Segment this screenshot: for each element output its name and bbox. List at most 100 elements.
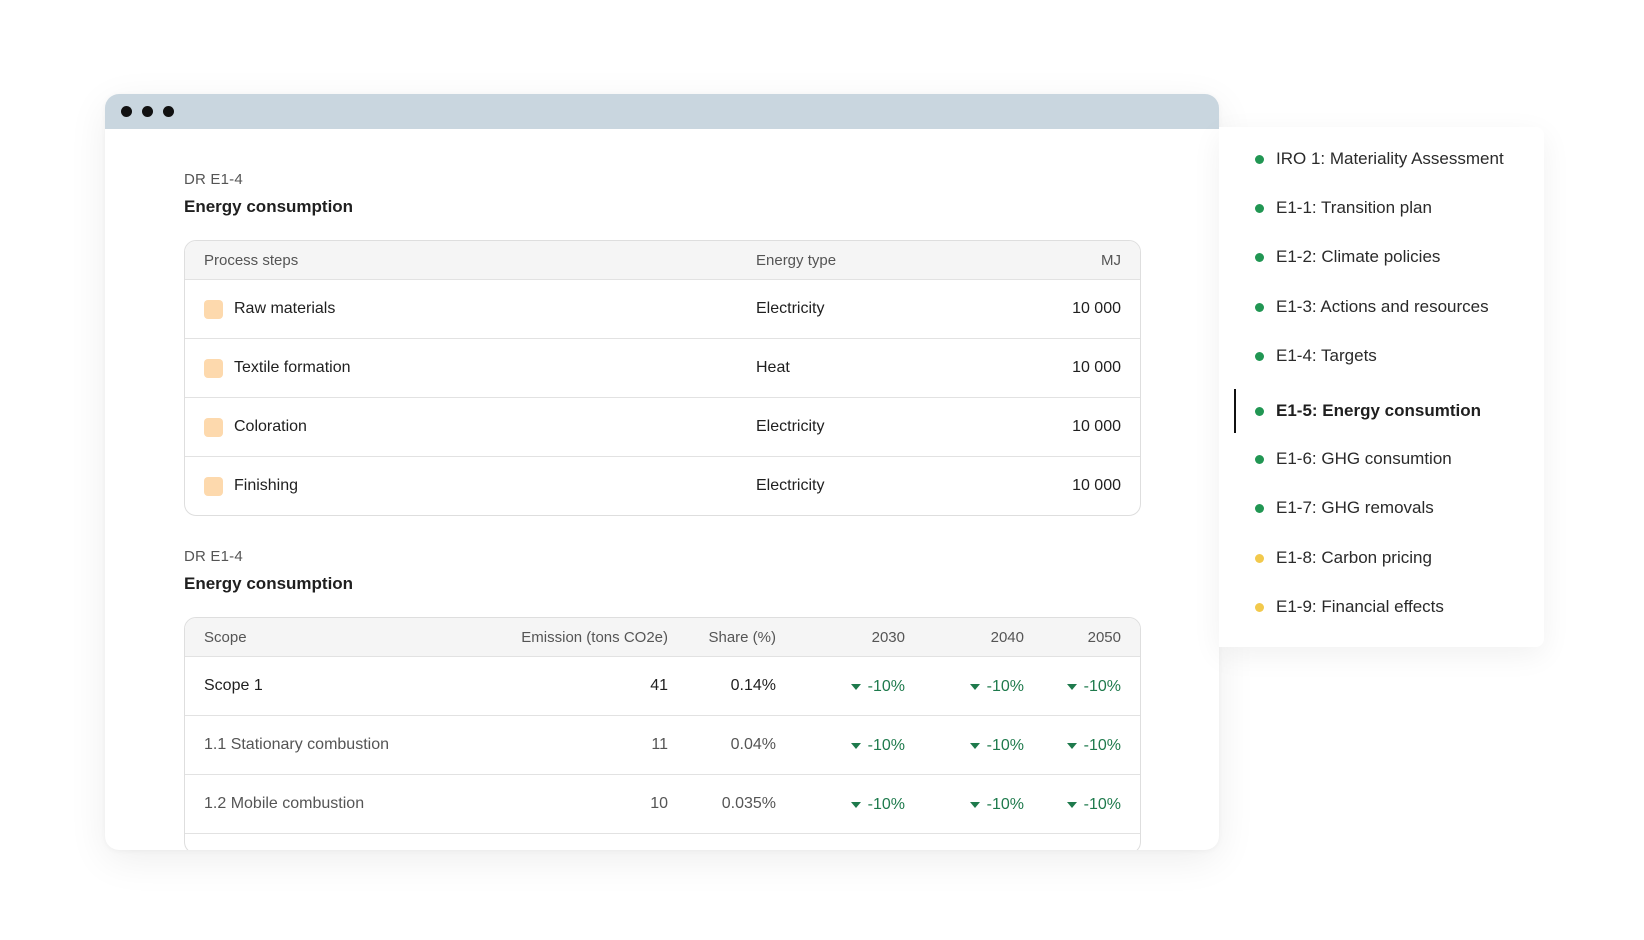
trend-down-icon	[969, 801, 980, 808]
section-title: Energy consumption	[184, 574, 354, 593]
target-2050: -10%	[1083, 736, 1121, 754]
target-2050: -10%	[1083, 677, 1121, 695]
section-code: DR E1-4	[184, 171, 243, 188]
nav-item-e1-6[interactable]: E1-6: GHG consumtion	[1255, 447, 1452, 471]
emissions-section: DR E1-4 Energy consumption Scope Emissio…	[184, 548, 1141, 850]
table-header: Process steps Energy type MJ	[185, 241, 1140, 279]
share-value: 0.035%	[721, 795, 776, 812]
nav-item-e1-1[interactable]: E1-1: Transition plan	[1255, 196, 1432, 220]
scope-name: 1.2 Mobile combustion	[204, 795, 365, 812]
table-row[interactable]: Coloration Electricity 10 000	[185, 397, 1140, 456]
window-maximize-dot[interactable]	[163, 106, 174, 117]
column-header-process-steps: Process steps	[204, 251, 299, 269]
table-row[interactable]: 1.1 Stationary combustion 11 0.04% -10% …	[185, 715, 1140, 774]
target-2030: -10%	[867, 736, 905, 754]
column-header-2040: 2040	[990, 628, 1024, 646]
energy-type: Electricity	[756, 418, 825, 435]
nav-item-e1-9[interactable]: E1-9: Financial effects	[1255, 595, 1444, 619]
target-2040: -10%	[986, 677, 1024, 695]
status-dot-icon	[1255, 406, 1264, 416]
nav-item-label: E1-7: GHG removals	[1276, 498, 1434, 517]
emissions-table: Scope Emission (tons CO2e) Share (%) 203…	[184, 617, 1141, 850]
status-dot-icon	[1255, 154, 1264, 164]
status-dot-icon	[1255, 553, 1264, 563]
column-header-2030: 2030	[871, 628, 905, 646]
share-value: 0.04%	[730, 736, 776, 753]
color-swatch	[204, 417, 223, 437]
scope-name: Scope 1	[204, 677, 263, 694]
window-minimize-dot[interactable]	[142, 106, 153, 117]
energy-mj: 10 000	[1072, 418, 1121, 435]
trend-down-icon	[1066, 801, 1077, 808]
status-dot-icon	[1255, 203, 1264, 213]
energy-type: Electricity	[756, 300, 825, 317]
nav-item-e1-4[interactable]: E1-4: Targets	[1255, 344, 1377, 368]
nav-item-label: IRO 1: Materiality Assessment	[1276, 149, 1504, 168]
status-dot-icon	[1255, 602, 1264, 612]
target-2040: -10%	[986, 795, 1024, 813]
energy-consumption-section: DR E1-4 Energy consumption Process steps…	[184, 171, 1141, 516]
column-header-2050: 2050	[1087, 628, 1121, 646]
table-row[interactable]: Scope 1 41 0.14% -10% -10% -10%	[185, 656, 1140, 715]
trend-down-icon	[1066, 742, 1077, 749]
window-close-dot[interactable]	[121, 106, 132, 117]
trend-down-icon	[850, 742, 861, 749]
nav-item-label: E1-4: Targets	[1276, 346, 1377, 365]
energy-type: Electricity	[756, 477, 825, 494]
report-content: DR E1-4 Energy consumption Process steps…	[184, 129, 1141, 850]
process-step-name: Raw materials	[234, 300, 336, 317]
energy-mj: 10 000	[1072, 300, 1121, 317]
target-2030: -10%	[867, 795, 905, 813]
table-row[interactable]: Raw materials Electricity 10 000	[185, 279, 1140, 338]
nav-item-label: E1-1: Transition plan	[1276, 198, 1432, 217]
column-header-scope: Scope	[204, 628, 247, 646]
status-dot-icon	[1255, 503, 1264, 513]
target-2040: -10%	[986, 736, 1024, 754]
table-row[interactable]: Finishing Electricity 10 000	[185, 456, 1140, 515]
section-code: DR E1-4	[184, 548, 243, 565]
table-row[interactable]: Textile formation Heat 10 000	[185, 338, 1140, 397]
table-row[interactable]: 1.2 Mobile combustion 10 0.035% -10% -10…	[185, 774, 1140, 833]
table-header: Scope Emission (tons CO2e) Share (%) 203…	[185, 618, 1140, 656]
target-2050: -10%	[1083, 795, 1121, 813]
trend-down-icon	[969, 683, 980, 690]
nav-item-e1-7[interactable]: E1-7: GHG removals	[1255, 496, 1434, 520]
nav-item-e1-3[interactable]: E1-3: Actions and resources	[1255, 295, 1489, 319]
process-step-name: Textile formation	[234, 359, 351, 376]
nav-item-e1-2[interactable]: E1-2: Climate policies	[1255, 245, 1440, 269]
energy-mj: 10 000	[1072, 477, 1121, 494]
process-step-name: Finishing	[234, 477, 299, 494]
column-header-mj: MJ	[1101, 251, 1121, 269]
energy-table: Process steps Energy type MJ Raw materia…	[184, 240, 1141, 516]
column-header-emission: Emission (tons CO2e)	[521, 628, 668, 646]
trend-down-icon	[1066, 683, 1077, 690]
trend-down-icon	[850, 683, 861, 690]
process-step-name: Coloration	[234, 418, 307, 435]
color-swatch	[204, 299, 223, 319]
target-2030: -10%	[867, 677, 905, 695]
window-titlebar	[105, 94, 1219, 129]
status-dot-icon	[1255, 454, 1264, 464]
status-dot-icon	[1255, 302, 1264, 312]
nav-item-e1-8[interactable]: E1-8: Carbon pricing	[1255, 546, 1432, 570]
nav-item-label: E1-9: Financial effects	[1276, 597, 1444, 616]
column-header-share: Share (%)	[708, 628, 776, 646]
emission-value: 41	[650, 677, 668, 694]
nav-item-label: E1-2: Climate policies	[1276, 247, 1441, 266]
nav-item-label: E1-8: Carbon pricing	[1276, 548, 1432, 567]
nav-item-label: E1-5: Energy consumtion	[1276, 401, 1481, 420]
energy-type: Heat	[756, 359, 790, 376]
nav-item-label: E1-3: Actions and resources	[1276, 297, 1489, 316]
browser-window: DR E1-4 Energy consumption Process steps…	[105, 94, 1219, 850]
emission-value: 11	[651, 736, 668, 753]
color-swatch	[204, 476, 223, 496]
nav-item-e1-5[interactable]: E1-5: Energy consumtion	[1255, 399, 1481, 423]
nav-item-label: E1-6: GHG consumtion	[1276, 449, 1452, 468]
table-row	[185, 833, 1140, 850]
energy-mj: 10 000	[1072, 359, 1121, 376]
status-dot-icon	[1255, 351, 1264, 361]
trend-down-icon	[850, 801, 861, 808]
active-indicator	[1234, 389, 1236, 433]
nav-item-iro-1[interactable]: IRO 1: Materiality Assessment	[1255, 147, 1504, 171]
trend-down-icon	[969, 742, 980, 749]
